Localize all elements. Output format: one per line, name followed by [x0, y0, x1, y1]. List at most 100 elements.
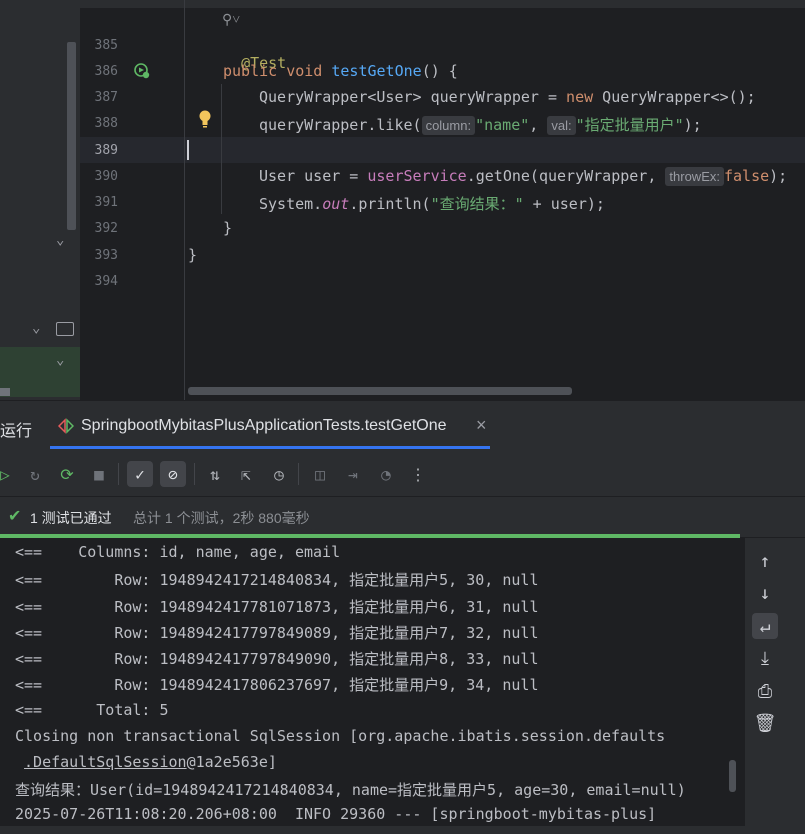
chevron-down-icon[interactable]: ⌄	[56, 352, 64, 368]
text-caret	[187, 140, 189, 160]
code-line-391: System.out.println("查询结果：" + user);	[259, 193, 605, 214]
code-text: );	[683, 116, 702, 134]
gauge-icon[interactable]: ◔	[373, 461, 399, 487]
indent-guide	[221, 84, 222, 214]
show-ignored-icon[interactable]: ⊘	[160, 461, 186, 487]
project-selected-row[interactable]	[0, 347, 80, 397]
scroll-down-icon[interactable]: ↓	[752, 580, 778, 606]
line-number: 392	[94, 221, 118, 236]
tests-summary: 总计 1 个测试，2秒 880毫秒	[133, 510, 310, 526]
keyword: public void	[223, 62, 332, 80]
string-literal: "查询结果："	[430, 195, 524, 213]
active-tab-indicator	[50, 446, 490, 449]
code-line-392: }	[223, 219, 233, 237]
param-hint: val:	[547, 116, 576, 135]
chevron-down-icon[interactable]: ⌄	[32, 320, 40, 336]
tests-passed-label: 1 测试已通过	[30, 510, 112, 526]
console-line: Closing non transactional SqlSession [or…	[15, 727, 666, 745]
code-text: + user);	[523, 195, 605, 213]
test-progress-bar	[0, 534, 740, 538]
toggle-auto-test-icon[interactable]: ⟳	[54, 461, 80, 487]
stop-icon[interactable]: ■	[86, 461, 112, 487]
soft-wrap-icon[interactable]: ↵	[752, 613, 778, 639]
editor-hscrollbar[interactable]	[188, 387, 572, 395]
static-field: out	[322, 195, 350, 213]
line-number: 386	[94, 64, 118, 79]
keyword: new	[566, 88, 594, 106]
close-tab-icon[interactable]: ×	[476, 415, 487, 436]
console-line: <== Row: 1948942417214840834, 指定批量用户5, 3…	[15, 571, 539, 589]
collapse-hint-icon[interactable]: ⚲˅	[222, 12, 240, 29]
code-line-386: public void testGetOne() {	[223, 62, 458, 80]
scroll-up-icon[interactable]: ↑	[752, 548, 778, 574]
console-scrollbar[interactable]	[729, 760, 736, 792]
lightbulb-icon[interactable]	[197, 109, 213, 129]
code-text: );	[769, 167, 788, 185]
check-icon: ✔	[8, 508, 22, 525]
run-tab-title[interactable]: SpringbootMybitasPlusApplicationTests.te…	[81, 417, 447, 435]
code-line-390: User user = userService.getOne(queryWrap…	[259, 167, 787, 186]
console-line: <== Total: 5	[15, 701, 169, 719]
line-number: 390	[94, 169, 118, 184]
line-number: 387	[94, 90, 118, 105]
run-label[interactable]: 运行	[0, 417, 32, 441]
code-text: .println(	[349, 195, 431, 213]
code-text: User user =	[259, 167, 368, 185]
line-number: 389	[94, 143, 118, 158]
run-test-icon[interactable]	[134, 63, 150, 79]
gutter-divider	[184, 0, 185, 400]
code-text: QueryWrapper<User> queryWrapper =	[259, 88, 567, 106]
class-link[interactable]: .DefaultSqlSession	[24, 753, 187, 771]
code-text: System.	[259, 195, 323, 213]
print-icon[interactable]: ⎙	[752, 678, 778, 704]
rerun-icon[interactable]: ▷	[0, 461, 18, 487]
console-line: .DefaultSqlSession@1a2e563e]	[15, 753, 277, 771]
code-text: QueryWrapper<>();	[593, 88, 756, 106]
line-number: 385	[94, 38, 118, 53]
console-line: <== Row: 1948942417781071873, 指定批量用户6, 3…	[15, 598, 539, 616]
console-line: 2025-07-26T11:08:20.206+08:00 INFO 29360…	[15, 805, 657, 823]
keyword: false	[723, 167, 770, 185]
line-number: 391	[94, 195, 118, 210]
console-line: <== Columns: id, name, age, email	[15, 543, 341, 561]
trash-icon[interactable]: 🗑	[752, 710, 778, 736]
console-line: <== Row: 1948942417797849089, 指定批量用户7, 3…	[15, 624, 539, 642]
rerun-failed-icon[interactable]: ↻	[22, 461, 48, 487]
history-icon[interactable]: ◷	[266, 461, 292, 487]
code-text: queryWrapper.like(	[259, 116, 422, 134]
param-hint: throwEx:	[665, 167, 724, 186]
test-status-row	[0, 497, 805, 537]
toolbar-separator	[118, 463, 119, 485]
code-text: ,	[529, 116, 548, 134]
chevron-down-icon[interactable]: ⌄	[56, 232, 64, 248]
code-line-388: queryWrapper.like(column: "name", val: "指定…	[259, 114, 702, 135]
scroll-to-end-icon[interactable]: ⤓	[752, 645, 778, 671]
toolbar-separator	[194, 463, 195, 485]
toolbar-separator	[298, 463, 299, 485]
run-toolbar	[0, 451, 805, 496]
string-literal: "指定批量用户"	[575, 116, 684, 134]
console-line: 查询结果：User(id=1948942417214840834, name=指…	[15, 781, 686, 799]
code-line-393: }	[188, 246, 198, 264]
console-line: <== Row: 1948942417806237697, 指定批量用户9, 3…	[15, 676, 539, 694]
camera-icon[interactable]: ◫	[307, 461, 333, 487]
show-passed-icon[interactable]: ✓	[127, 461, 153, 487]
project-scrollbar[interactable]	[67, 42, 76, 230]
line-number: 393	[94, 248, 118, 263]
field-ref: userService	[367, 167, 467, 185]
line-number: 388	[94, 116, 118, 131]
collapse-all-icon[interactable]: ⇱	[233, 461, 259, 487]
sort-icon[interactable]: ⇅	[202, 461, 228, 487]
string-literal: "name"	[475, 116, 530, 134]
code-text: .getOne(queryWrapper,	[466, 167, 666, 185]
import-icon[interactable]: ⇥	[340, 461, 366, 487]
more-options-icon[interactable]: ⋮	[405, 461, 431, 487]
line-number: 394	[94, 274, 118, 289]
method-name: testGetOne	[331, 62, 422, 80]
console-line: <== Row: 1948942417797849090, 指定批量用户8, 3…	[15, 650, 539, 668]
console-text: @1a2e563e]	[186, 753, 277, 771]
project-hscrollbar[interactable]	[0, 388, 10, 396]
code-line-387: QueryWrapper<User> queryWrapper = new Qu…	[259, 88, 756, 106]
editor-top-strip	[80, 0, 805, 8]
